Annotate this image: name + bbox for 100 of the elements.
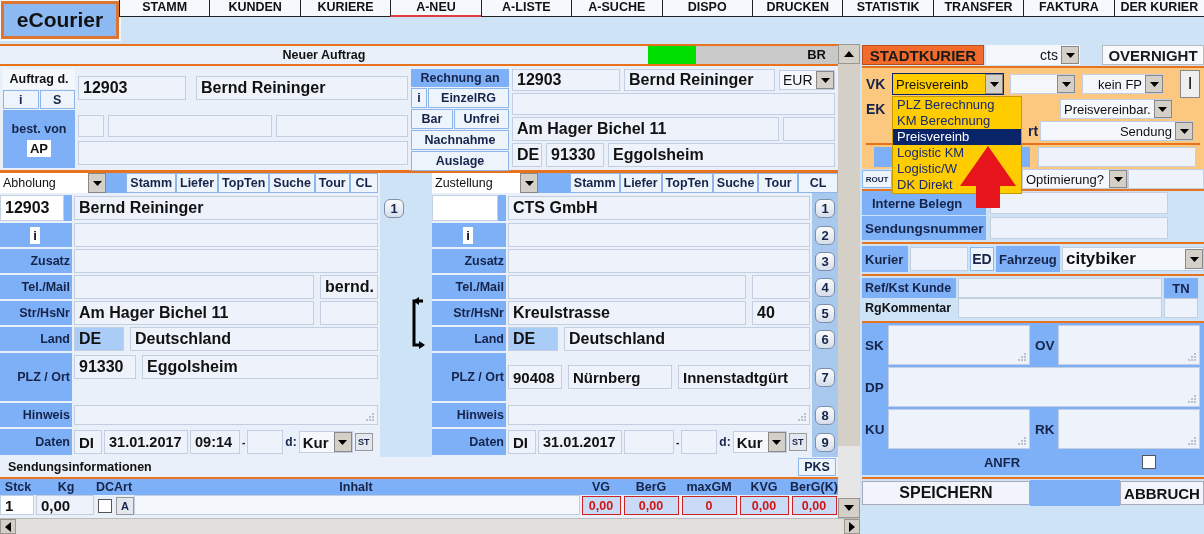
dropdown-button[interactable] xyxy=(1175,122,1193,140)
empty-field[interactable] xyxy=(958,278,1162,298)
memo-field[interactable] xyxy=(888,409,1030,449)
info-button[interactable]: i xyxy=(30,226,40,244)
line-number-button[interactable]: 4 xyxy=(815,277,835,297)
memo-field[interactable] xyxy=(888,325,1030,365)
ek-select[interactable]: Preisvereinbar. xyxy=(1060,99,1172,119)
customer-number-field[interactable]: 12903 xyxy=(512,69,620,91)
empty-field[interactable] xyxy=(624,430,674,454)
empty-field[interactable] xyxy=(681,430,718,454)
dropdown-button[interactable] xyxy=(1057,75,1075,93)
weekday-field[interactable]: DI xyxy=(508,430,536,454)
nav-tab[interactable]: STATISTIK xyxy=(842,0,933,17)
info-button[interactable]: I xyxy=(1180,70,1200,98)
line-number-button[interactable]: 1 xyxy=(384,198,404,218)
empty-field[interactable] xyxy=(783,117,835,141)
service-tab[interactable]: OVERNIGHT xyxy=(1102,45,1204,65)
scroll-down-button[interactable] xyxy=(838,498,860,518)
country-code-field[interactable]: DE xyxy=(74,327,124,351)
toolbar-button[interactable]: TopTen xyxy=(661,173,713,193)
ap-button[interactable]: AP xyxy=(26,139,52,157)
memo-field[interactable] xyxy=(1058,409,1200,449)
empty-field[interactable] xyxy=(508,223,810,247)
dropdown-button[interactable] xyxy=(88,173,106,193)
memo-field[interactable] xyxy=(1058,325,1200,365)
dropdown-button[interactable] xyxy=(1109,170,1127,188)
fp-select[interactable]: kein FP xyxy=(1082,74,1164,94)
type-select[interactable]: Kur xyxy=(298,431,353,453)
scroll-left-button[interactable] xyxy=(0,519,16,534)
payment-button[interactable]: EinzelRG xyxy=(428,88,509,108)
line-number-button[interactable]: 5 xyxy=(815,303,835,323)
dropdown-option[interactable]: Logistic KM xyxy=(893,145,969,161)
country-field[interactable]: Deutschland xyxy=(564,327,810,351)
country-code-field[interactable]: DE xyxy=(508,327,558,351)
nav-tab[interactable]: KURIERE xyxy=(299,0,391,17)
toolbar-button[interactable]: Tour xyxy=(314,173,350,193)
empty-field[interactable] xyxy=(512,93,835,115)
address-type-select[interactable]: Abholung xyxy=(0,173,106,193)
memo-field[interactable] xyxy=(508,405,810,425)
dropdown-option[interactable]: Preisvereinb xyxy=(893,129,1021,145)
payment-button[interactable]: Nachnahme xyxy=(411,130,509,150)
pks-button[interactable]: PKS xyxy=(798,458,836,476)
name-field[interactable]: Bernd Reininger xyxy=(624,69,775,91)
payment-button[interactable]: i xyxy=(411,88,427,108)
city-field[interactable]: Nürnberg xyxy=(568,365,672,389)
nav-tab[interactable]: DRUCKEN xyxy=(751,0,843,17)
empty-field[interactable] xyxy=(108,115,272,137)
service-tab[interactable]: STADTKURIER xyxy=(862,45,984,65)
district-field[interactable]: Innenstadtgürt xyxy=(678,365,810,389)
country-code-field[interactable]: DE xyxy=(512,143,542,167)
empty-field[interactable] xyxy=(990,217,1168,239)
empty-field[interactable] xyxy=(276,115,408,137)
street-field[interactable]: Kreulstrasse xyxy=(508,301,746,325)
scroll-up-button[interactable] xyxy=(838,44,860,64)
checkbox[interactable] xyxy=(1142,455,1156,469)
name-field[interactable]: Bernd Reininger xyxy=(74,196,378,220)
payment-button[interactable]: Auslage xyxy=(411,151,509,171)
zip-field[interactable]: 90408 xyxy=(508,365,562,389)
weekday-field[interactable]: DI xyxy=(74,430,102,454)
dropdown-option[interactable]: PLZ Berechnung xyxy=(893,97,999,113)
toolbar-button[interactable]: CL xyxy=(798,173,838,193)
dropdown-button[interactable] xyxy=(1061,46,1079,64)
type-select[interactable]: Kur xyxy=(732,431,787,453)
nav-tab[interactable]: FAKTURA xyxy=(1023,0,1114,17)
currency-select[interactable]: EUR xyxy=(779,70,835,90)
empty-field[interactable] xyxy=(74,275,314,299)
info-button[interactable]: i xyxy=(463,226,473,244)
toolbar-button[interactable]: Stamm xyxy=(569,173,620,193)
scroll-right-button[interactable] xyxy=(844,519,860,534)
dropdown-option[interactable]: DK Direkt xyxy=(893,177,957,193)
customer-number-field[interactable]: 12903 xyxy=(78,76,186,100)
date-field[interactable]: 31.01.2017 xyxy=(538,430,622,454)
dropdown-button[interactable] xyxy=(767,432,786,452)
weight-field[interactable]: 0,00 xyxy=(36,495,94,515)
line-number-button[interactable]: 2 xyxy=(815,225,835,245)
line-number-button[interactable]: 1 xyxy=(815,198,835,218)
time-field[interactable]: 09:14 xyxy=(190,430,240,454)
vehicle-select[interactable]: citybiker xyxy=(1062,247,1204,271)
cancel-button[interactable]: ABBRUCH xyxy=(1120,481,1204,505)
toolbar-button[interactable]: Liefer xyxy=(176,173,219,193)
toolbar-button[interactable]: CL xyxy=(349,173,378,193)
empty-field[interactable] xyxy=(78,115,104,137)
payment-button[interactable]: Unfrei xyxy=(454,109,509,129)
optimize-select[interactable]: Optimierung? xyxy=(1022,169,1128,189)
empty-field[interactable] xyxy=(910,247,968,271)
checkbox[interactable] xyxy=(98,498,112,513)
city-field[interactable]: Eggolsheim xyxy=(608,143,835,167)
toolbar-button[interactable]: Suche xyxy=(712,173,759,193)
nav-tab[interactable]: KUNDEN xyxy=(209,0,300,17)
line-number-button[interactable]: 9 xyxy=(815,432,835,452)
email-field[interactable]: bernd. xyxy=(320,275,378,299)
toolbar-button[interactable]: TopTen xyxy=(218,173,270,193)
city-field[interactable]: Eggolsheim xyxy=(142,355,378,379)
customer-number-field[interactable]: 12903 xyxy=(0,195,64,221)
small-button[interactable]: i xyxy=(3,90,39,109)
nav-tab[interactable]: DER KURIER xyxy=(1113,0,1204,17)
empty-field[interactable] xyxy=(508,249,810,273)
line-number-button[interactable]: 8 xyxy=(815,405,835,425)
small-button[interactable]: S xyxy=(39,90,75,109)
empty-field[interactable] xyxy=(320,301,378,325)
